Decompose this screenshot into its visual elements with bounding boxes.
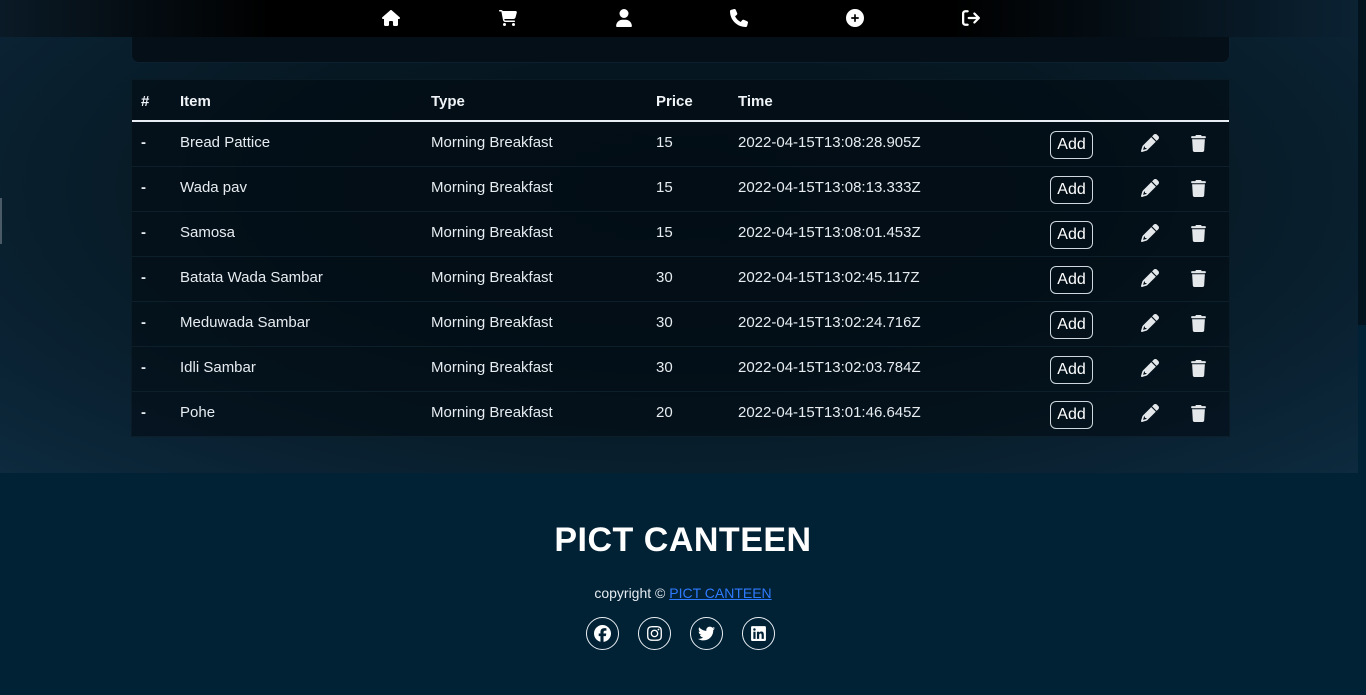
twitter-icon[interactable] <box>690 617 723 650</box>
trash-icon[interactable] <box>1188 268 1208 288</box>
header-time: Time <box>738 93 773 110</box>
add-button[interactable]: Add <box>1050 356 1093 384</box>
row-num: - <box>141 314 146 331</box>
row-time: 2022-04-15T13:08:01.453Z <box>738 224 921 241</box>
trash-icon[interactable] <box>1188 358 1208 378</box>
linkedin-icon[interactable] <box>742 617 775 650</box>
row-num: - <box>141 224 146 241</box>
table-row: - Idli Sambar Morning Breakfast 30 2022-… <box>132 347 1229 392</box>
plus-circle-icon[interactable] <box>844 8 866 28</box>
row-type: Morning Breakfast <box>431 179 553 196</box>
copyright-text: copyright © PICT CANTEEN <box>0 585 1366 601</box>
row-price: 15 <box>656 224 673 241</box>
table-row: - Samosa Morning Breakfast 15 2022-04-15… <box>132 212 1229 257</box>
top-navbar <box>0 0 1358 37</box>
row-item: Wada pav <box>180 179 247 196</box>
home-icon[interactable] <box>380 8 402 28</box>
trash-icon[interactable] <box>1188 313 1208 333</box>
row-item: Batata Wada Sambar <box>180 269 323 286</box>
row-num: - <box>141 404 146 421</box>
row-price: 30 <box>656 314 673 331</box>
row-time: 2022-04-15T13:02:24.716Z <box>738 314 921 331</box>
row-type: Morning Breakfast <box>431 224 553 241</box>
table-row: - Bread Pattice Morning Breakfast 15 202… <box>132 122 1229 167</box>
table-row: - Batata Wada Sambar Morning Breakfast 3… <box>132 257 1229 302</box>
facebook-icon[interactable] <box>586 617 619 650</box>
trash-icon[interactable] <box>1188 133 1208 153</box>
edit-icon[interactable] <box>1140 313 1160 333</box>
row-num: - <box>141 134 146 151</box>
phone-icon[interactable] <box>728 8 750 28</box>
row-price: 20 <box>656 404 673 421</box>
row-time: 2022-04-15T13:02:45.117Z <box>738 269 920 286</box>
table-header: # Item Type Price Time <box>132 80 1229 122</box>
add-button[interactable]: Add <box>1050 401 1093 429</box>
row-price: 30 <box>656 359 673 376</box>
row-item: Bread Pattice <box>180 134 271 151</box>
edit-icon[interactable] <box>1140 223 1160 243</box>
table-row: - Meduwada Sambar Morning Breakfast 30 2… <box>132 302 1229 347</box>
row-type: Morning Breakfast <box>431 314 553 331</box>
edit-icon[interactable] <box>1140 358 1160 378</box>
row-item: Idli Sambar <box>180 359 256 376</box>
edit-icon[interactable] <box>1140 178 1160 198</box>
edit-icon[interactable] <box>1140 403 1160 423</box>
row-type: Morning Breakfast <box>431 359 553 376</box>
row-num: - <box>141 269 146 286</box>
row-type: Morning Breakfast <box>431 269 553 286</box>
row-time: 2022-04-15T13:02:03.784Z <box>738 359 921 376</box>
add-button[interactable]: Add <box>1050 221 1093 249</box>
add-button[interactable]: Add <box>1050 311 1093 339</box>
add-button[interactable]: Add <box>1050 131 1093 159</box>
footer: PICT CANTEEN copyright © PICT CANTEEN <box>0 473 1366 695</box>
row-num: - <box>141 359 146 376</box>
footer-title: PICT CANTEEN <box>554 521 812 559</box>
scrollbar-track <box>1358 0 1366 325</box>
trash-icon[interactable] <box>1188 403 1208 423</box>
table-row: - Wada pav Morning Breakfast 15 2022-04-… <box>132 167 1229 212</box>
row-price: 15 <box>656 134 673 151</box>
row-type: Morning Breakfast <box>431 134 553 151</box>
trash-icon[interactable] <box>1188 223 1208 243</box>
edge-marker <box>0 198 2 244</box>
row-time: 2022-04-15T13:01:46.645Z <box>738 404 921 421</box>
row-time: 2022-04-15T13:08:28.905Z <box>738 134 921 151</box>
menu-items-table: # Item Type Price Time - Bread Pattice M… <box>131 79 1230 437</box>
instagram-icon[interactable] <box>638 617 671 650</box>
header-item: Item <box>180 93 211 110</box>
table-body: - Bread Pattice Morning Breakfast 15 202… <box>132 122 1229 437</box>
trash-icon[interactable] <box>1188 178 1208 198</box>
add-button[interactable]: Add <box>1050 176 1093 204</box>
cart-icon[interactable] <box>497 8 519 28</box>
row-price: 30 <box>656 269 673 286</box>
copyright-link[interactable]: PICT CANTEEN <box>669 585 771 601</box>
row-item: Samosa <box>180 224 236 241</box>
copyright-prefix: copyright © <box>594 585 670 601</box>
row-item: Pohe <box>180 404 216 421</box>
row-item: Meduwada Sambar <box>180 314 311 331</box>
user-icon[interactable] <box>613 8 635 28</box>
header-type: Type <box>431 93 465 110</box>
edit-icon[interactable] <box>1140 268 1160 288</box>
edit-icon[interactable] <box>1140 133 1160 153</box>
logout-icon[interactable] <box>960 8 982 28</box>
row-price: 15 <box>656 179 673 196</box>
row-num: - <box>141 179 146 196</box>
table-row: - Pohe Morning Breakfast 20 2022-04-15T1… <box>132 392 1229 437</box>
add-button[interactable]: Add <box>1050 266 1093 294</box>
header-num: # <box>141 93 150 110</box>
row-type: Morning Breakfast <box>431 404 553 421</box>
header-price: Price <box>656 93 693 110</box>
row-time: 2022-04-15T13:08:13.333Z <box>738 179 921 196</box>
